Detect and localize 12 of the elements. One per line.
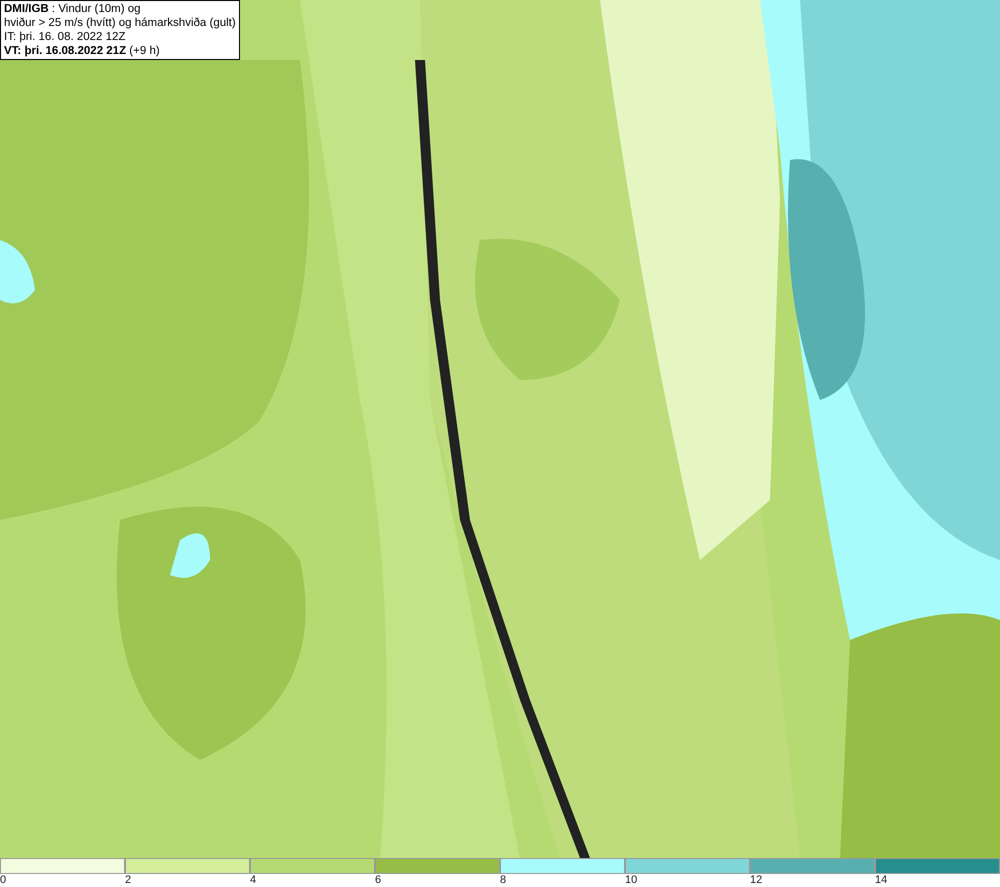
legend-label: 10: [625, 874, 638, 886]
title-text: IT: þri. 16. 08. 2022 12Z: [4, 30, 126, 44]
legend-label: 4: [250, 874, 256, 886]
title-text: hviður > 25 m/s (hvítt) og hámarkshviða (gult): [4, 16, 236, 30]
legend-label: 0: [0, 874, 6, 886]
legend-label: 8: [500, 874, 506, 886]
legend-label: 14: [875, 874, 888, 886]
title-text: VT: þri. 16.08.2022 21Z (+9 h): [4, 44, 161, 58]
legend-label: 6: [375, 874, 382, 886]
legend-label: 12: [750, 874, 762, 886]
title-text: DMI/IGB : Vindur (10m) og: [4, 2, 142, 16]
legend-label: 2: [125, 874, 132, 886]
